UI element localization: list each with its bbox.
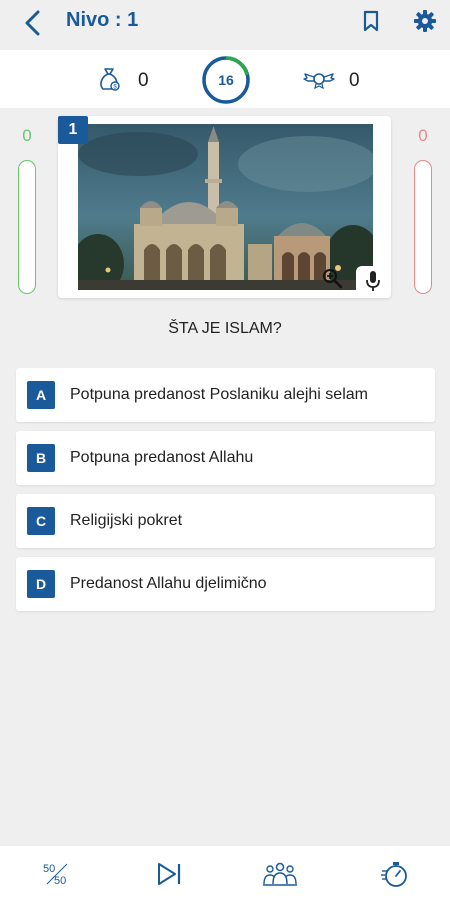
answer-text: Religijski pokret [70,512,183,529]
question-image-card: 1 [58,116,391,298]
answer-letter: C [27,507,55,535]
answer-letter: A [27,381,55,409]
gear-icon [414,10,436,32]
question-text: ŠTA JE ISLAM? [168,320,282,337]
answer-option-d[interactable]: D Predanost Allahu djelimično [16,557,435,611]
answer-letter: B [27,444,55,472]
badge-value: 0 [349,70,360,91]
correct-progress-bar [18,160,36,294]
answer-option-c[interactable]: C Religijski pokret [16,494,435,548]
fifty-fifty-bottom: 50 [54,875,66,887]
wrong-progress-bar [414,160,432,294]
wrong-count: 0 [418,126,428,145]
bookmark-button[interactable] [358,7,384,35]
extra-time-button[interactable] [378,858,412,890]
skip-question-button[interactable] [152,858,186,890]
fifty-fifty-top: 50 [43,863,55,875]
answer-text: Predanost Allahu djelimično [70,575,267,592]
fifty-fifty-button[interactable]: 50 50 [40,858,74,890]
back-button[interactable] [18,8,48,38]
wings-badge-icon [302,64,336,94]
top-bar: Nivo : 1 [0,0,450,50]
money-bag-icon: $ [94,64,124,94]
answer-text: Potpuna predanost Poslaniku alejhi selam [70,386,368,403]
bookmark-icon [363,10,379,32]
settings-button[interactable] [410,6,440,36]
countdown-timer: 16 [201,55,251,105]
correct-count: 0 [22,126,32,145]
stopwatch-icon [381,862,407,887]
audience-icon [263,862,297,886]
answer-option-b[interactable]: B Potpuna predanost Allahu [16,431,435,485]
question-number-badge[interactable]: 1 [58,116,88,144]
answer-text: Potpuna predanost Allahu [70,449,254,466]
fifty-fifty-icon: 50 50 [43,863,68,887]
lifeline-bar: 50 50 [0,846,450,900]
ask-audience-button[interactable] [262,858,298,890]
answer-option-a[interactable]: A Potpuna predanost Poslaniku alejhi sel… [16,368,435,422]
skip-icon [158,863,181,885]
zoom-button[interactable] [320,266,344,290]
back-arrow-icon [25,10,40,36]
mic-icon [366,271,380,291]
level-title: Nivo : 1 [66,9,139,31]
stats-bar: $ 0 16 0 [0,50,450,108]
zoom-icon [323,269,343,289]
voice-button[interactable] [356,266,390,296]
timer-value: 16 [218,72,234,88]
answer-letter: D [27,570,55,598]
money-value: 0 [138,70,149,91]
